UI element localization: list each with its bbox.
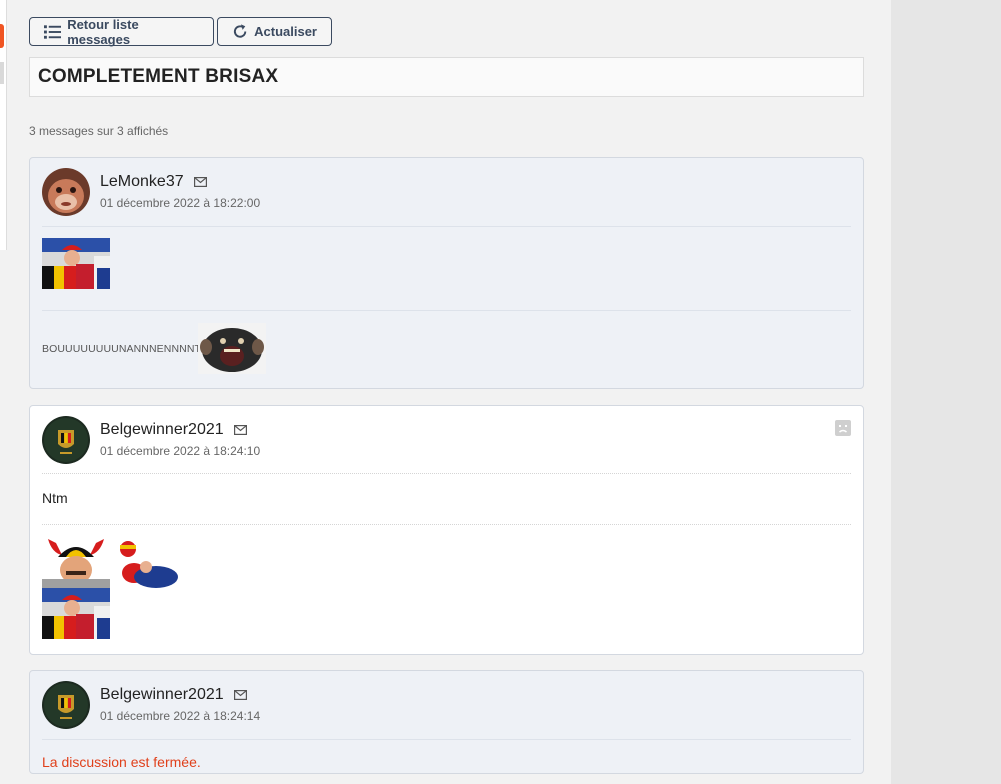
back-button-label: Retour liste messages bbox=[67, 16, 139, 47]
avatar[interactable] bbox=[42, 168, 90, 216]
sticker-image bbox=[42, 588, 110, 639]
sticker-image bbox=[42, 238, 110, 289]
avatar[interactable] bbox=[42, 416, 90, 464]
avatar[interactable] bbox=[42, 681, 90, 729]
author-name[interactable]: LeMonke37 bbox=[100, 173, 207, 191]
message-date: 01 décembre 2022 à 18:22:00 bbox=[100, 196, 261, 210]
message-card: Belgewinner2021 01 décembre 2022 à 18:24… bbox=[29, 405, 864, 655]
sidebar-active-marker[interactable] bbox=[0, 24, 4, 48]
author-name[interactable]: Belgewinner2021 bbox=[100, 686, 247, 704]
author-name-text: Belgewinner2021 bbox=[100, 421, 224, 438]
mail-icon[interactable] bbox=[233, 690, 247, 700]
mail-icon[interactable] bbox=[193, 177, 207, 187]
signature-divider bbox=[42, 310, 851, 311]
message-date: 01 décembre 2022 à 18:24:10 bbox=[100, 444, 261, 458]
refresh-icon bbox=[233, 24, 247, 38]
right-gutter bbox=[891, 0, 1001, 784]
message-date: 01 décembre 2022 à 18:24:14 bbox=[100, 709, 261, 723]
sticker-image bbox=[42, 537, 110, 588]
author-name[interactable]: Belgewinner2021 bbox=[100, 421, 247, 439]
sticker-image bbox=[112, 537, 180, 588]
message-text: Ntm bbox=[42, 490, 68, 506]
divider bbox=[42, 524, 851, 525]
divider bbox=[42, 739, 851, 740]
author-name-text: Belgewinner2021 bbox=[100, 686, 224, 703]
sticker-image bbox=[198, 323, 266, 374]
list-icon bbox=[44, 24, 62, 39]
topic-title: COMPLETEMENT BRISAX bbox=[29, 57, 864, 97]
sidebar-marker[interactable] bbox=[0, 62, 4, 84]
left-sidebar-edge bbox=[0, 0, 7, 250]
discussion-closed-notice: La discussion est fermée. bbox=[42, 754, 201, 770]
divider bbox=[42, 226, 851, 227]
mail-icon[interactable] bbox=[233, 425, 247, 435]
author-name-text: LeMonke37 bbox=[100, 173, 184, 190]
report-icon[interactable] bbox=[835, 420, 851, 436]
refresh-button[interactable]: Actualiser bbox=[217, 17, 332, 46]
message-count: 3 messages sur 3 affichés bbox=[29, 124, 169, 138]
message-card: Belgewinner2021 01 décembre 2022 à 18:24… bbox=[29, 670, 864, 774]
signature-text: BOUUUUUUUUNANNNENNNNT bbox=[42, 343, 202, 355]
back-to-list-button[interactable]: Retour liste messages bbox=[29, 16, 214, 47]
refresh-button-label: Actualiser bbox=[254, 24, 317, 39]
divider bbox=[42, 473, 851, 474]
message-card: LeMonke37 01 décembre 2022 à 18:22:00 BO… bbox=[29, 157, 864, 389]
